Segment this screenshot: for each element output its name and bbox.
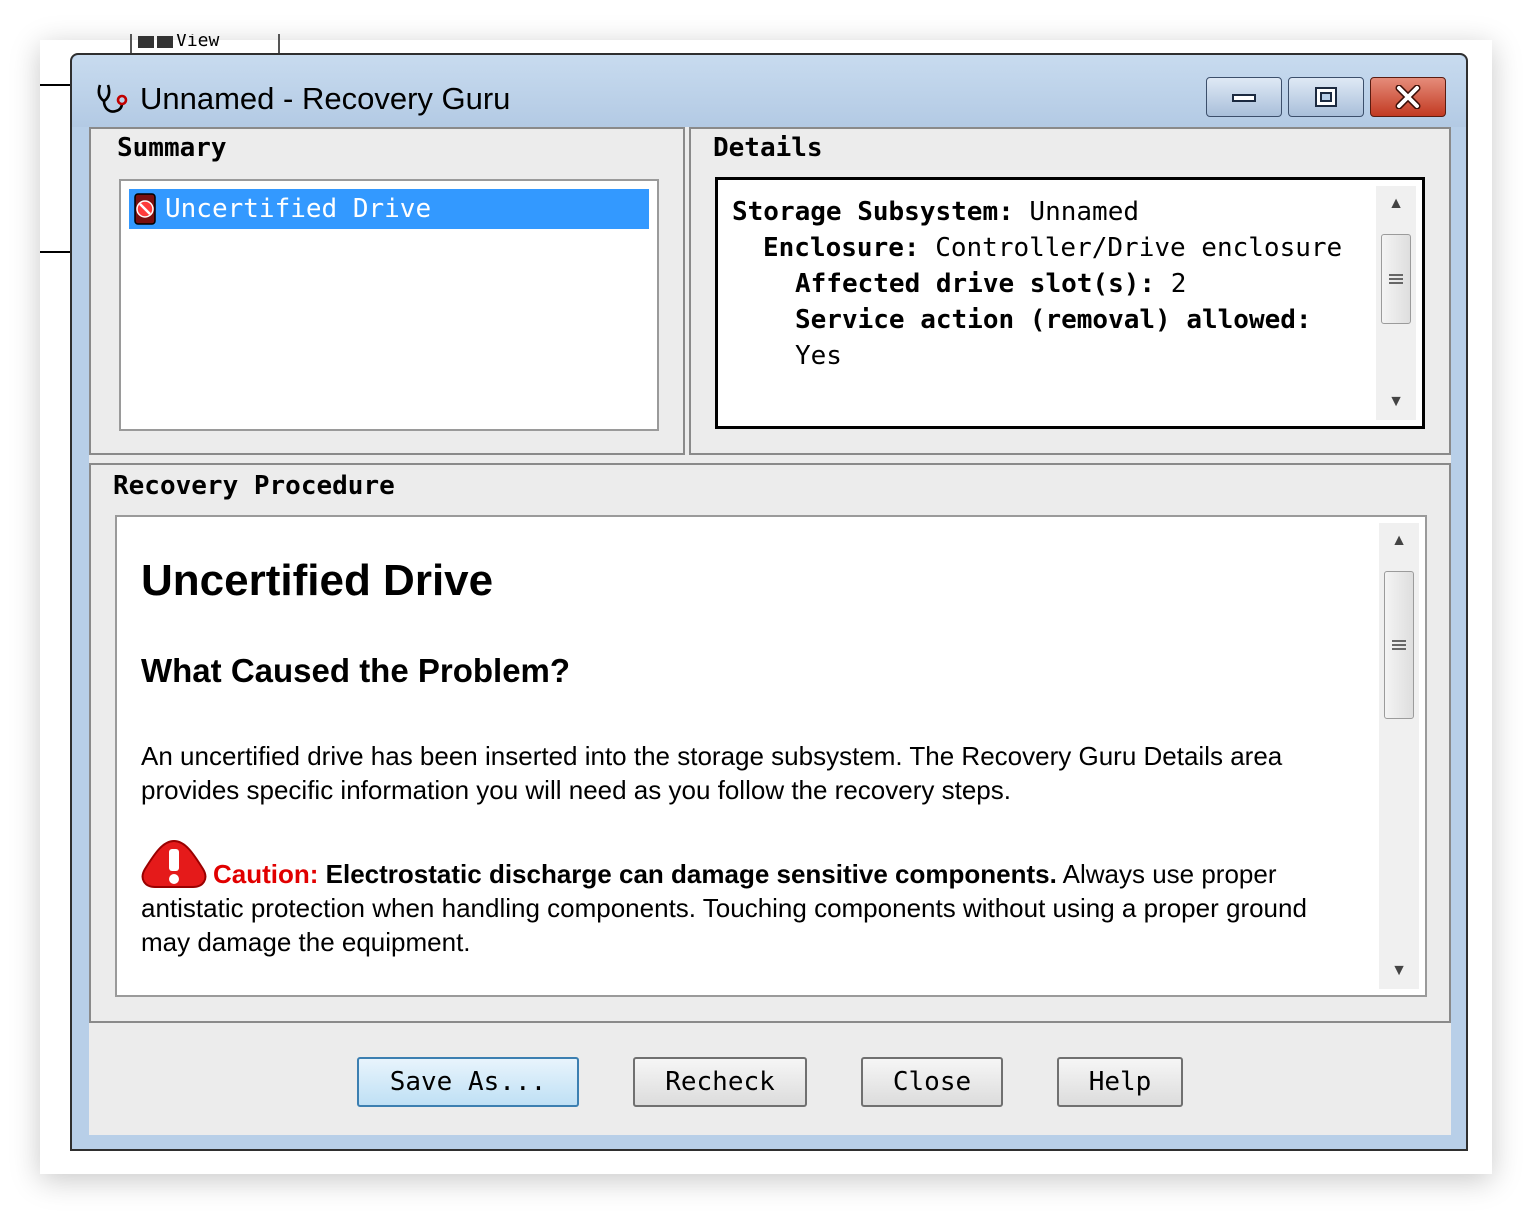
toolbar-icon — [138, 36, 154, 48]
title-bar[interactable]: Unnamed - Recovery Guru — [72, 55, 1466, 127]
scroll-thumb[interactable] — [1384, 571, 1414, 719]
grip-icon — [1389, 272, 1403, 286]
detail-key: Enclosure: — [763, 233, 920, 263]
detail-key: Service action (removal) allowed: — [795, 305, 1312, 335]
background-toolbar: View — [130, 34, 280, 54]
maximize-icon — [1315, 87, 1337, 107]
caution-label: Caution: — [213, 859, 319, 889]
scroll-up-arrow[interactable]: ▲ — [1376, 190, 1416, 218]
close-icon — [1395, 85, 1421, 109]
detail-key: Affected drive slot(s): — [795, 269, 1156, 299]
detail-key: Storage Subsystem: — [732, 197, 1014, 227]
summary-pane: Summary Uncertified Drive — [89, 127, 685, 455]
background-line — [40, 251, 72, 253]
details-label: Details — [713, 133, 823, 163]
procedure-scrollbar[interactable]: ▲ ▼ — [1379, 523, 1419, 989]
minimize-button[interactable] — [1206, 77, 1282, 117]
warning-icon — [141, 839, 207, 888]
summary-item-label: Uncertified Drive — [165, 194, 432, 224]
maximize-button[interactable] — [1288, 77, 1364, 117]
recovery-guru-window: Unnamed - Recovery Guru Summary Uncertif… — [70, 53, 1468, 1151]
help-button[interactable]: Help — [1057, 1057, 1183, 1107]
detail-value: Controller/Drive enclosure — [935, 233, 1343, 263]
details-scrollbar[interactable]: ▲ ▼ — [1376, 186, 1416, 420]
grip-icon — [1392, 638, 1406, 652]
drive-error-icon — [134, 193, 156, 225]
details-pane: Details Storage Subsystem: Unnamed Enclo… — [689, 127, 1451, 455]
detail-value: 2 — [1170, 269, 1187, 299]
procedure-content: Uncertified Drive What Caused the Proble… — [141, 525, 1357, 959]
save-as-button[interactable]: Save As... — [357, 1057, 579, 1107]
minimize-icon — [1232, 94, 1256, 102]
caution-block: Caution: Electrostatic discharge can dam… — [141, 839, 1357, 959]
background-line — [40, 84, 72, 86]
summary-label: Summary — [117, 133, 227, 163]
detail-value: Yes — [795, 341, 842, 371]
procedure-paragraph: An uncertified drive has been inserted i… — [141, 741, 1283, 805]
list-item[interactable]: Uncertified Drive — [129, 189, 649, 229]
stethoscope-icon — [97, 84, 128, 113]
summary-list[interactable]: Uncertified Drive — [119, 179, 659, 431]
close-button[interactable]: Close — [861, 1057, 1003, 1107]
detail-value: Unnamed — [1029, 197, 1139, 227]
dialog-client-area: Summary Uncertified Drive Details Storag… — [89, 127, 1451, 1135]
window-title: Unnamed - Recovery Guru — [140, 81, 511, 116]
details-box[interactable]: Storage Subsystem: Unnamed Enclosure: Co… — [715, 177, 1425, 429]
recovery-procedure-box[interactable]: Uncertified Drive What Caused the Proble… — [115, 515, 1427, 997]
procedure-title: Uncertified Drive — [141, 556, 494, 605]
close-window-button[interactable] — [1370, 77, 1446, 117]
scroll-up-arrow[interactable]: ▲ — [1379, 527, 1419, 555]
procedure-subtitle: What Caused the Problem? — [141, 652, 571, 689]
scroll-down-arrow[interactable]: ▼ — [1376, 388, 1416, 416]
recheck-button[interactable]: Recheck — [633, 1057, 807, 1107]
details-text: Storage Subsystem: Unnamed Enclosure: Co… — [732, 194, 1372, 374]
button-row: Save As... Recheck Close Help — [89, 1023, 1451, 1135]
recovery-procedure-label: Recovery Procedure — [113, 471, 395, 501]
recovery-procedure-pane: Recovery Procedure Uncertified Drive Wha… — [89, 463, 1451, 1023]
caution-bold-text: Electrostatic discharge can damage sensi… — [325, 859, 1057, 889]
scroll-thumb[interactable] — [1381, 234, 1411, 324]
scroll-down-arrow[interactable]: ▼ — [1379, 957, 1419, 985]
toolbar-icon — [157, 36, 173, 48]
background-menu-view: View — [176, 34, 220, 51]
